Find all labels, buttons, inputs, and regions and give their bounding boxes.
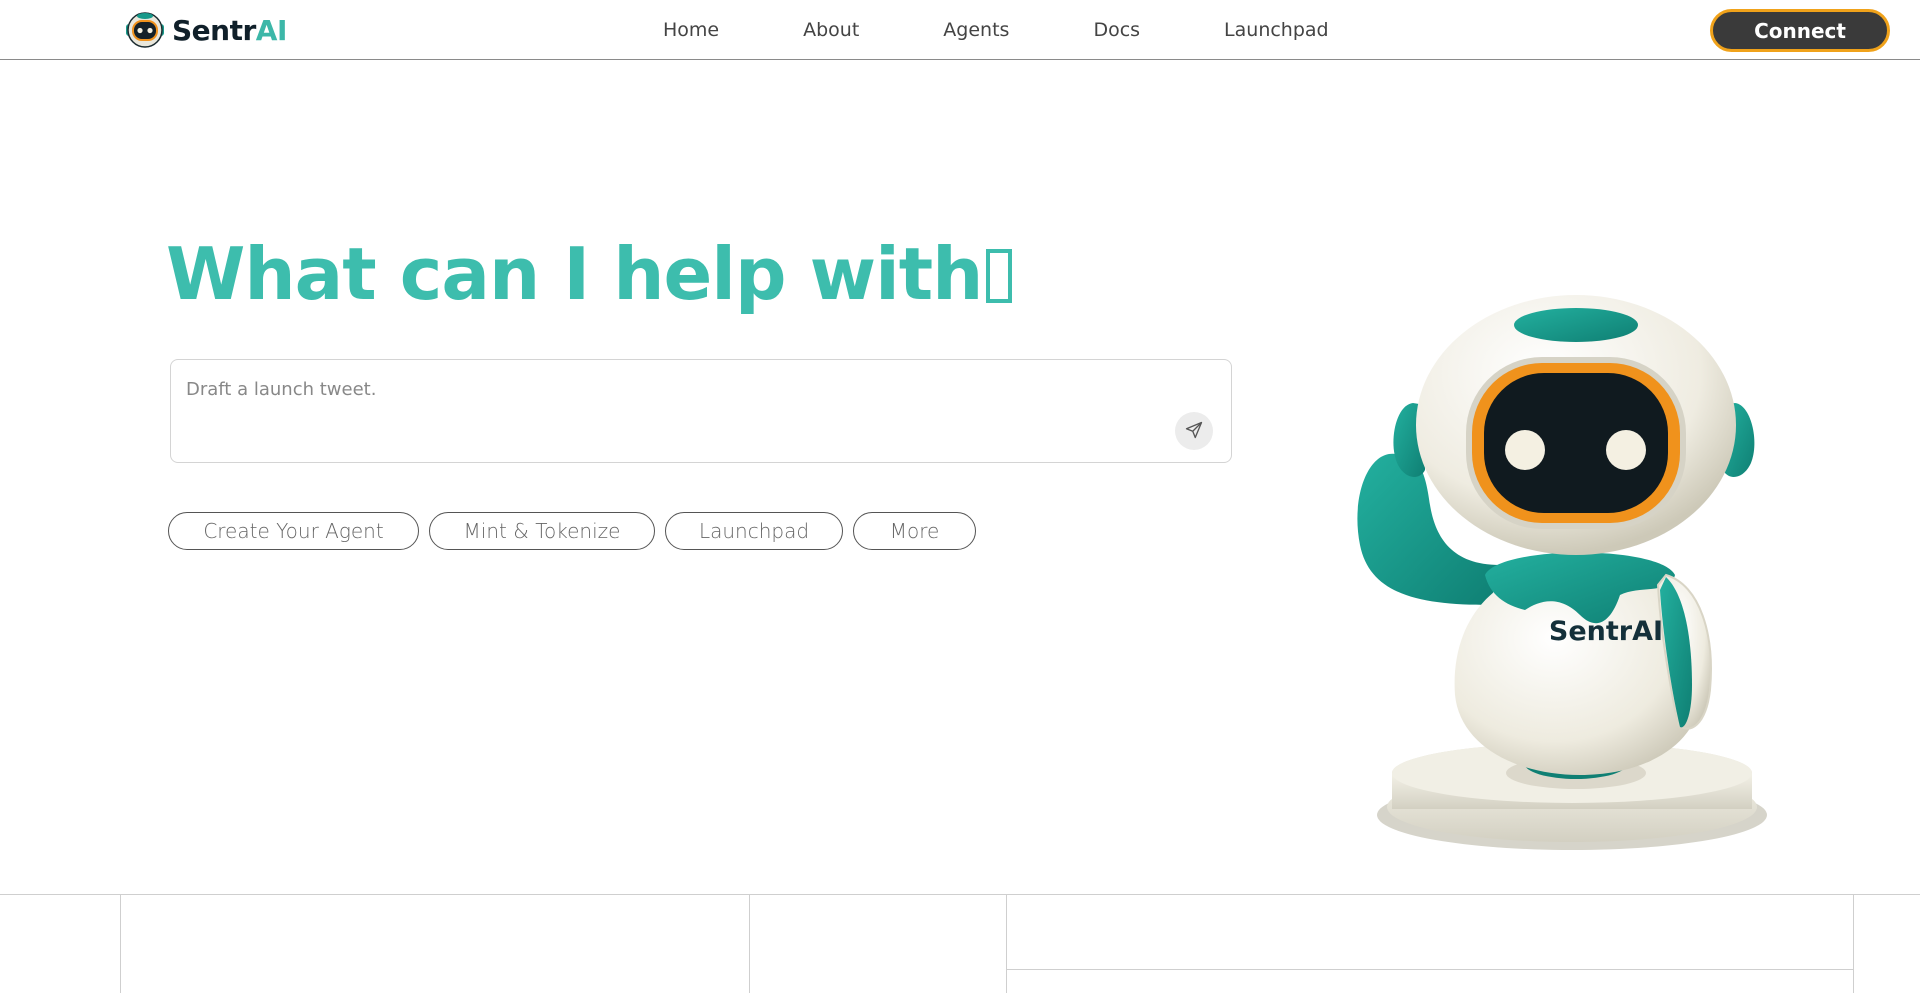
brand-name-part1: Sentr — [172, 13, 256, 47]
nav-docs[interactable]: Docs — [1093, 19, 1140, 41]
grid-line — [1006, 894, 1007, 993]
chip-more[interactable]: More — [853, 512, 976, 550]
top-navbar: SentrAI Home About Agents Docs Launchpad… — [0, 0, 1920, 60]
main-nav: Home About Agents Docs Launchpad — [628, 0, 1329, 60]
connect-button[interactable]: Connect — [1710, 9, 1890, 52]
grid-line — [749, 894, 750, 993]
nav-agents[interactable]: Agents — [943, 19, 1009, 41]
grid-line — [120, 894, 121, 993]
typing-caret — [986, 249, 1013, 303]
hero-headline: What can I help with — [166, 232, 1013, 316]
quick-actions: Create Your Agent Mint & Tokenize Launch… — [168, 512, 986, 550]
chip-mint-tokenize[interactable]: Mint & Tokenize — [429, 512, 655, 550]
hero-headline-text: What can I help with — [166, 232, 983, 316]
chip-launchpad[interactable]: Launchpad — [665, 512, 843, 550]
prompt-input[interactable] — [186, 374, 1146, 404]
send-icon — [1184, 420, 1204, 443]
mascot-shirt-text: SentrAI — [1549, 616, 1663, 647]
robot-head-icon — [124, 10, 166, 50]
section-divider — [0, 894, 1920, 895]
brand-name-part2: AI — [255, 13, 288, 47]
mascot-illustration: SentrAI — [1340, 295, 1780, 855]
grid-line — [1853, 894, 1854, 993]
brand-name: SentrAI — [172, 14, 287, 47]
nav-launchpad[interactable]: Launchpad — [1224, 19, 1329, 41]
chip-create-agent[interactable]: Create Your Agent — [168, 512, 419, 550]
grid-line — [1006, 969, 1854, 970]
brand-logo[interactable]: SentrAI — [124, 10, 287, 50]
nav-about[interactable]: About — [803, 19, 859, 41]
robot-mascot-image: SentrAI — [1357, 295, 1767, 850]
prompt-box — [170, 359, 1232, 463]
nav-home[interactable]: Home — [663, 19, 719, 41]
send-button[interactable] — [1175, 412, 1213, 450]
